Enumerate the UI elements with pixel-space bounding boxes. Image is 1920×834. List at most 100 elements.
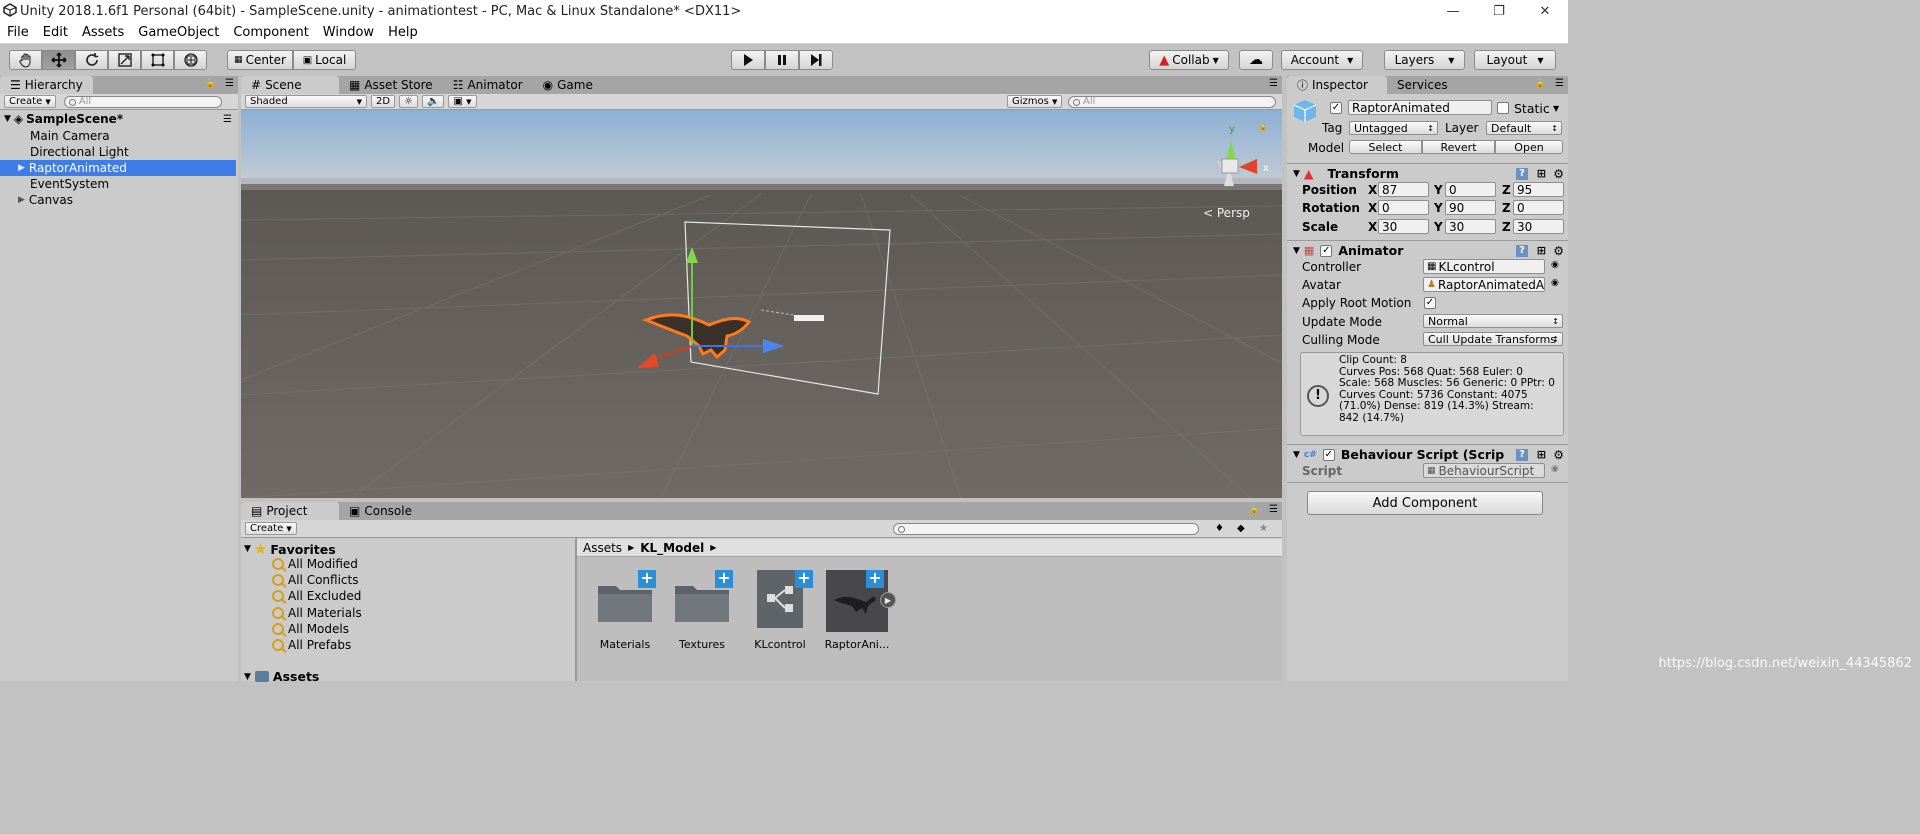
minimize-icon[interactable]: —: [1430, 0, 1476, 22]
behaviour-script-header[interactable]: ▼ c# ✓ Behaviour Script (Scrip ? ⊞ ⚙: [1287, 444, 1568, 464]
preset-icon[interactable]: ⊞: [1537, 244, 1546, 257]
project-search-input[interactable]: [893, 522, 1199, 535]
settings-gear-icon[interactable]: ⚙: [1553, 448, 1564, 462]
tab-scene[interactable]: # Scene: [241, 76, 339, 94]
cloud-button[interactable]: ☁: [1239, 50, 1273, 70]
breadcrumb-kl-model[interactable]: KL_Model: [640, 541, 704, 555]
settings-gear-icon[interactable]: ⚙: [1553, 244, 1564, 258]
scene-search-input[interactable]: All: [1068, 95, 1276, 108]
model-open-button[interactable]: Open: [1495, 140, 1563, 154]
rotate-tool-button[interactable]: [75, 50, 108, 70]
scale-tool-button[interactable]: [108, 50, 141, 70]
animator-header[interactable]: ▼ ▦ ✓ Animator ? ⊞ ⚙: [1287, 240, 1568, 260]
update-mode-dropdown[interactable]: Normal ↕: [1423, 314, 1563, 328]
object-picker-icon[interactable]: ◉: [1551, 278, 1559, 288]
rect-tool-button[interactable]: [141, 50, 174, 70]
audio-toggle-button[interactable]: 🔈: [422, 95, 445, 108]
object-active-checkbox[interactable]: ✓: [1330, 102, 1342, 114]
static-checkbox[interactable]: [1497, 102, 1509, 114]
menu-help[interactable]: Help: [381, 25, 425, 40]
gizmo-lock-icon[interactable]: 🔒: [1258, 122, 1268, 131]
position-z-field[interactable]: 95: [1513, 182, 1564, 197]
favorite-all-models[interactable]: All Models: [272, 621, 349, 637]
help-icon[interactable]: ?: [1516, 244, 1528, 257]
chevron-down-icon[interactable]: ▼: [1553, 104, 1559, 113]
lock-icon[interactable]: 🔒: [1249, 505, 1260, 515]
project-create-button[interactable]: Create ▼: [245, 522, 297, 535]
favorite-all-conflicts[interactable]: All Conflicts: [272, 572, 358, 588]
favorite-all-prefabs[interactable]: All Prefabs: [272, 637, 351, 653]
favorite-all-modified[interactable]: All Modified: [272, 556, 358, 572]
culling-mode-dropdown[interactable]: Cull Update Transforms ↕: [1423, 332, 1563, 346]
pivot-center-button[interactable]: ▦ Center: [227, 50, 293, 70]
filter-type-icon[interactable]: ♦: [1215, 523, 1224, 534]
settings-gear-icon[interactable]: ⚙: [1553, 167, 1564, 181]
lock-icon[interactable]: 🔒: [205, 79, 216, 89]
preset-icon[interactable]: ⊞: [1537, 448, 1546, 461]
scale-z-field[interactable]: 30: [1513, 219, 1564, 234]
tab-asset-store[interactable]: ▦ Asset Store: [339, 76, 443, 94]
rotation-x-field[interactable]: 0: [1378, 200, 1429, 215]
asset-textures[interactable]: + Textures: [671, 568, 733, 651]
assets-root-header[interactable]: ▼ Assets: [244, 669, 319, 684]
hand-tool-button[interactable]: [9, 50, 42, 70]
scene-root-row[interactable]: ▼ ◈ SampleScene* ☰: [0, 111, 236, 127]
hierarchy-search-input[interactable]: All: [63, 95, 222, 108]
hierarchy-create-button[interactable]: Create ▼: [4, 95, 56, 108]
move-tool-button[interactable]: [42, 50, 75, 70]
restore-icon[interactable]: ❐: [1476, 0, 1522, 22]
asset-materials[interactable]: + Materials: [594, 568, 656, 651]
step-button[interactable]: [799, 50, 833, 70]
layout-dropdown[interactable]: Layout ▼: [1474, 50, 1556, 70]
tab-animator[interactable]: ☷ Animator: [443, 76, 533, 94]
tab-hierarchy[interactable]: ☰ Hierarchy: [0, 76, 93, 94]
shading-mode-dropdown[interactable]: Shaded ▼: [245, 95, 367, 108]
breadcrumb-assets[interactable]: Assets: [583, 541, 622, 555]
account-dropdown[interactable]: Account ▼: [1281, 50, 1363, 70]
menu-component[interactable]: Component: [226, 25, 315, 40]
object-picker-icon[interactable]: ◉: [1551, 260, 1559, 270]
lighting-toggle-button[interactable]: ☼: [399, 95, 419, 108]
lock-icon[interactable]: 🔒: [1535, 79, 1546, 89]
help-icon[interactable]: ?: [1516, 167, 1528, 180]
effects-dropdown[interactable]: ▣ ▼: [448, 95, 477, 108]
preset-icon[interactable]: ⊞: [1537, 167, 1546, 180]
asset-klcontrol[interactable]: + KLcontrol: [749, 568, 813, 651]
tab-game[interactable]: ◉ Game: [533, 76, 603, 94]
position-y-field[interactable]: 0: [1445, 182, 1496, 197]
rotation-z-field[interactable]: 0: [1513, 200, 1564, 215]
favorite-all-excluded[interactable]: All Excluded: [272, 588, 361, 604]
menu-gameobject[interactable]: GameObject: [131, 25, 226, 40]
transform-header[interactable]: ▼ ▲ Transform ? ⊞ ⚙: [1287, 163, 1568, 183]
close-icon[interactable]: ✕: [1522, 0, 1568, 22]
add-component-button[interactable]: Add Component: [1307, 491, 1543, 515]
collab-dropdown[interactable]: ▲ Collab ▼: [1149, 50, 1229, 70]
script-enabled-checkbox[interactable]: ✓: [1322, 448, 1335, 461]
play-button[interactable]: [731, 50, 765, 70]
menu-file[interactable]: File: [0, 25, 36, 40]
panel-menu-icon[interactable]: ☰: [1269, 78, 1278, 89]
favorite-all-materials[interactable]: All Materials: [272, 605, 362, 621]
expand-arrow-icon[interactable]: ▶: [18, 195, 25, 205]
animator-enabled-checkbox[interactable]: ✓: [1320, 244, 1333, 257]
hierarchy-item-canvas[interactable]: ▶ Canvas: [0, 192, 236, 208]
controller-field[interactable]: ▦ KLcontrol: [1423, 259, 1545, 274]
scene-viewport[interactable]: y x 🔒 < Persp: [241, 110, 1282, 498]
model-revert-button[interactable]: Revert: [1422, 140, 1495, 154]
panel-menu-icon[interactable]: ☰: [225, 78, 234, 89]
apply-root-motion-checkbox[interactable]: ✓: [1424, 297, 1436, 309]
panel-menu-icon[interactable]: ☰: [1555, 78, 1564, 89]
menu-edit[interactable]: Edit: [36, 25, 75, 40]
tag-dropdown[interactable]: Untagged ↕: [1349, 121, 1438, 135]
expand-arrow-icon[interactable]: ▶: [18, 163, 25, 173]
layers-dropdown[interactable]: Layers ▼: [1384, 50, 1465, 70]
transform-tool-button[interactable]: [174, 50, 207, 70]
hierarchy-item-event-system[interactable]: EventSystem: [0, 176, 236, 192]
position-x-field[interactable]: 87: [1378, 182, 1429, 197]
object-name-field[interactable]: RaptorAnimated: [1348, 100, 1492, 115]
tab-project[interactable]: ▤ Project: [241, 502, 339, 520]
avatar-field[interactable]: ♟ RaptorAnimatedA: [1423, 277, 1545, 292]
hierarchy-item-raptor-animated[interactable]: ▶ RaptorAnimated: [0, 160, 236, 176]
asset-raptor-animated[interactable]: + ▶ RaptorAni...: [825, 568, 896, 651]
scale-x-field[interactable]: 30: [1378, 219, 1429, 234]
